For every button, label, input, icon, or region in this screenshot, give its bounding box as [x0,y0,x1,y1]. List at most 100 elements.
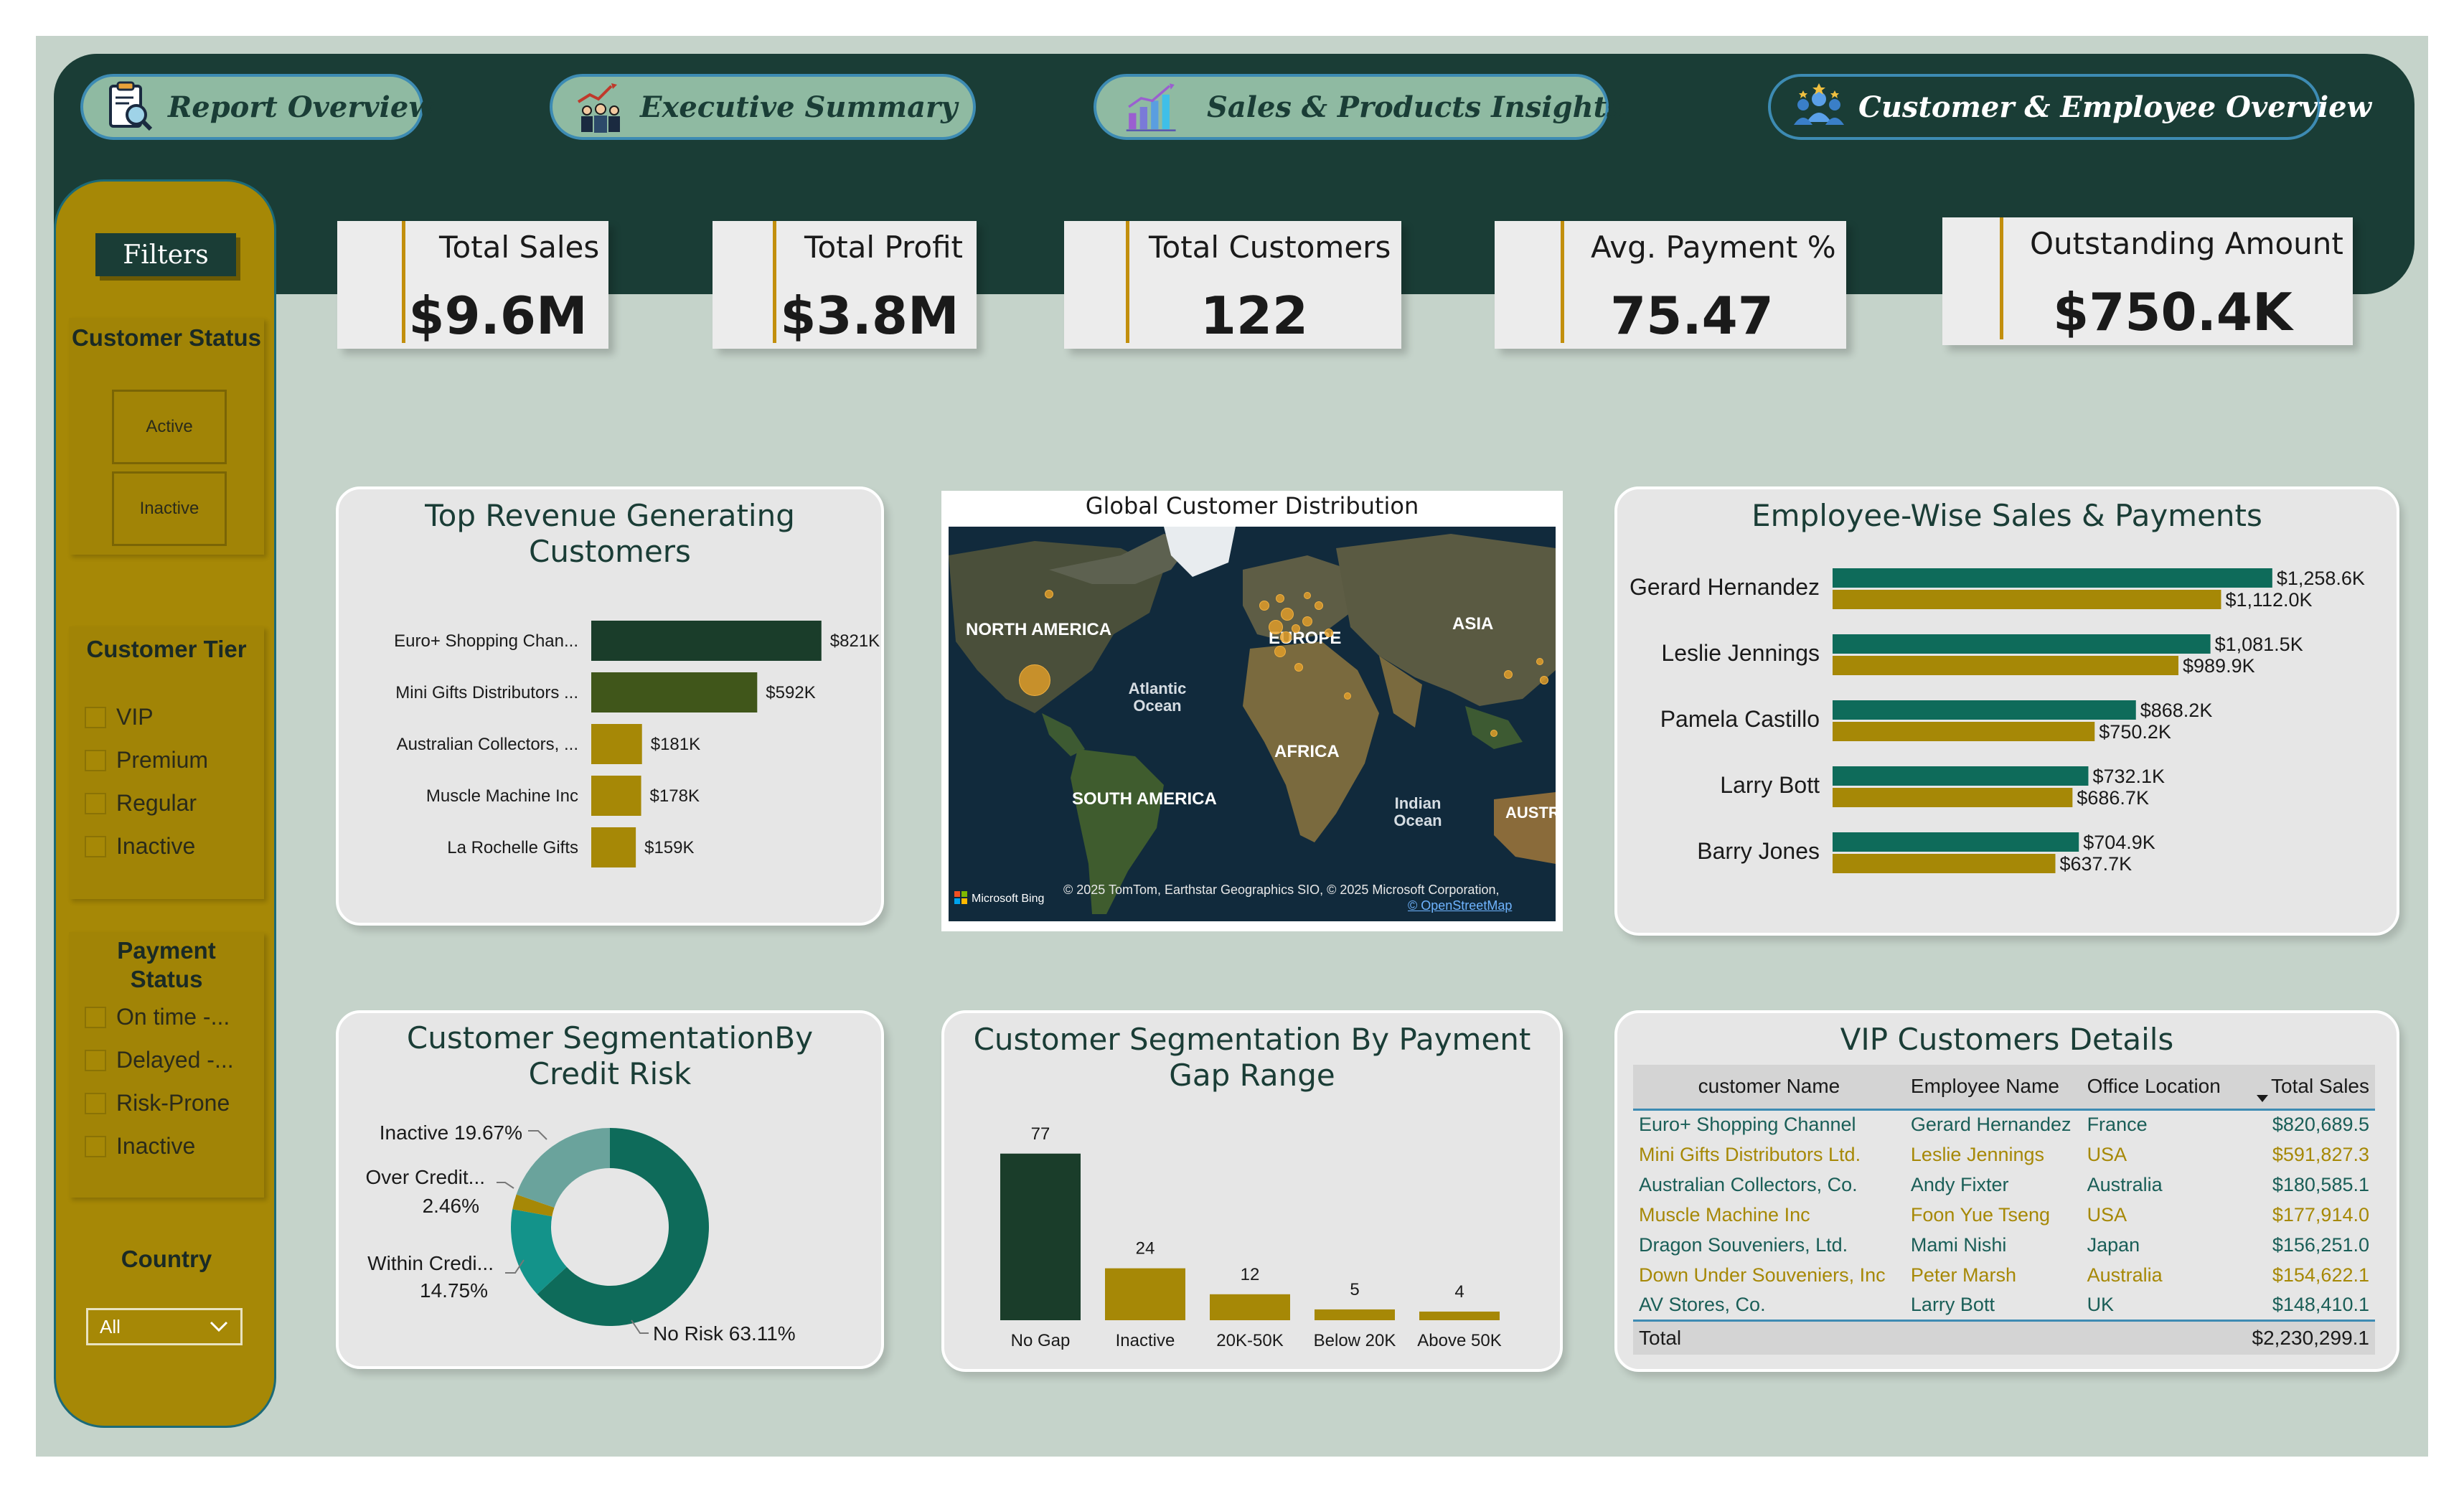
bar [1419,1311,1500,1320]
column-header-total-sales[interactable]: Total Sales [2246,1065,2375,1111]
map-panel: Global Customer Distribution NORTH AMERI… [941,491,1563,931]
checkbox[interactable] [85,1049,106,1071]
data-label: $821K [830,631,880,651]
bar [591,672,758,712]
tab-report-overview[interactable]: Report Overview [80,74,433,140]
tier-option-premium[interactable]: Premium [85,747,208,773]
option-label: Delayed -... [116,1047,234,1073]
table-cell: Mami Nishi [1910,1233,2007,1256]
data-label: 24 [1136,1239,1155,1259]
data-label: 4 [1454,1282,1464,1302]
customer-location-bubble[interactable] [1259,601,1269,611]
map-label: Atlantic Ocean [1128,679,1187,715]
tab-label: Executive Summary [640,90,958,124]
customer-location-bubble[interactable] [1540,676,1548,685]
table-cell: Australia [2087,1173,2163,1195]
executive-team-icon [574,80,627,133]
customer-location-bubble[interactable] [1045,590,1053,598]
customer-location-bubble[interactable] [1292,624,1300,633]
customer-location-bubble[interactable] [1269,620,1283,634]
customer-location-bubble[interactable] [1294,663,1303,672]
payment-option-on-time[interactable]: On time -... [85,1004,230,1030]
total-label: Total [1633,1319,1905,1355]
tab-executive-summary[interactable]: Executive Summary [550,74,976,140]
tier-option-regular[interactable]: Regular [85,790,197,817]
bing-brand: Microsoft Bing [954,891,1044,907]
kpi-title: Total Customers [1149,230,1391,265]
payment-option-inactive[interactable]: Inactive [85,1133,195,1160]
bar [591,776,641,816]
table-cell: UK [2087,1293,2115,1315]
option-label: Premium [116,747,209,773]
microsoft-logo-icon [954,891,967,907]
table-cell: USA [2087,1203,2127,1226]
checkbox[interactable] [85,1092,106,1114]
table-row[interactable]: Mini Gifts Distributors Ltd. Leslie Jenni… [1633,1139,2375,1170]
tier-option-vip[interactable]: VIP [85,704,154,730]
table-row[interactable]: Muscle Machine Inc Foon Yue Tseng USA $177,… [1633,1200,2375,1230]
customer-location-bubble[interactable] [1504,670,1513,679]
customer-location-bubble[interactable] [1302,616,1312,626]
country-dropdown[interactable]: All [86,1308,243,1345]
table-row[interactable]: AV Stores, Co. Larry Bott UK $148,410.1 [1633,1290,2375,1320]
customer-location-bubble[interactable] [1304,592,1311,599]
column-header-office[interactable]: Office Location [2081,1065,2247,1111]
status-tile-active[interactable]: Active [112,390,227,464]
checkbox[interactable] [85,706,106,728]
data-label: $704.9K [2083,832,2155,853]
data-label: $1,112.0K [2225,589,2312,611]
option-label: Inactive [116,1133,196,1159]
kpi-total-customers: Total Customers 122 [1064,221,1401,349]
customer-location-bubble[interactable] [1536,658,1543,665]
world-map[interactable]: NORTH AMERICA EUROPE ASIA Atlantic Ocean… [949,527,1556,921]
tab-sales-products-insights[interactable]: Sales & Products Insights [1094,74,1623,140]
bar [1833,634,2211,654]
customer-location-bubble[interactable] [1281,608,1294,621]
data-label: $1,081.5K [2215,634,2303,655]
payment-option-risk-prone[interactable]: Risk-Prone [85,1090,230,1116]
checkbox[interactable] [85,792,106,814]
chevron-down-icon [209,1316,229,1338]
leader-line [528,1130,547,1140]
table-cell: AV Stores, Co. [1639,1293,1766,1315]
kpi-title: Total Sales [439,230,600,265]
option-label: Inactive [116,833,196,859]
status-tile-inactive[interactable]: Inactive [112,471,227,546]
tab-customer-employee-overview[interactable]: Customer & Employee Overview [1768,74,2371,140]
payment-option-delayed[interactable]: Delayed -... [85,1047,234,1073]
column-header-employee[interactable]: Employee Name [1904,1065,2082,1111]
openstreetmap-link[interactable]: © OpenStreetMap [1408,898,1512,913]
checkbox[interactable] [85,1135,106,1157]
data-label: $750.2K [2099,721,2171,743]
data-label: $159K [644,838,694,857]
table-cell: Dragon Souveniers, Ltd. [1639,1233,1848,1256]
table-cell: $177,914.0 [2272,1203,2369,1226]
customer-location-bubble[interactable] [1315,601,1323,610]
checkbox[interactable] [85,1006,106,1028]
customer-location-bubble[interactable] [1280,631,1292,643]
table-row[interactable]: Australian Collectors, Co. Andy Fixter Aus… [1633,1170,2375,1200]
checkbox[interactable] [85,835,106,857]
employee-label: Leslie Jennings [1661,640,1820,666]
checkbox[interactable] [85,749,106,771]
customer-location-bubble[interactable] [1325,629,1333,637]
table-row[interactable]: Dragon Souveniers, Ltd. Mami Nishi Japan $1… [1633,1230,2375,1260]
credit-risk-donut: No Risk 63.11% Within Credi... 14.75% Over … [366,1121,796,1345]
column-header-customer[interactable]: customer Name [1633,1065,1905,1111]
data-label: $868.2K [2140,700,2213,721]
vip-customers-panel: VIP Customers Details customer Name Empl… [1614,1010,2399,1372]
customer-location-bubble[interactable] [1276,594,1284,603]
table-cell: Gerard Hernandez [1910,1114,2072,1136]
data-label: $1,258.6K [2277,568,2365,589]
table-cell: Japan [2087,1233,2140,1256]
customer-location-bubble[interactable] [1019,664,1050,696]
customer-location-bubble[interactable] [1490,730,1497,737]
bar [1833,568,2272,588]
tier-option-inactive[interactable]: Inactive [85,833,195,860]
option-label: Risk-Prone [116,1090,230,1116]
table-row[interactable]: Down Under Souveniers, Inc Peter Marsh Aus… [1633,1260,2375,1290]
customer-location-bubble[interactable] [1344,692,1351,700]
map-label: SOUTH AMERICA [1072,789,1217,809]
customer-location-bubble[interactable] [1274,646,1286,657]
table-row[interactable]: Euro+ Shopping Channel Gerard Hernandez Fr… [1633,1109,2375,1139]
